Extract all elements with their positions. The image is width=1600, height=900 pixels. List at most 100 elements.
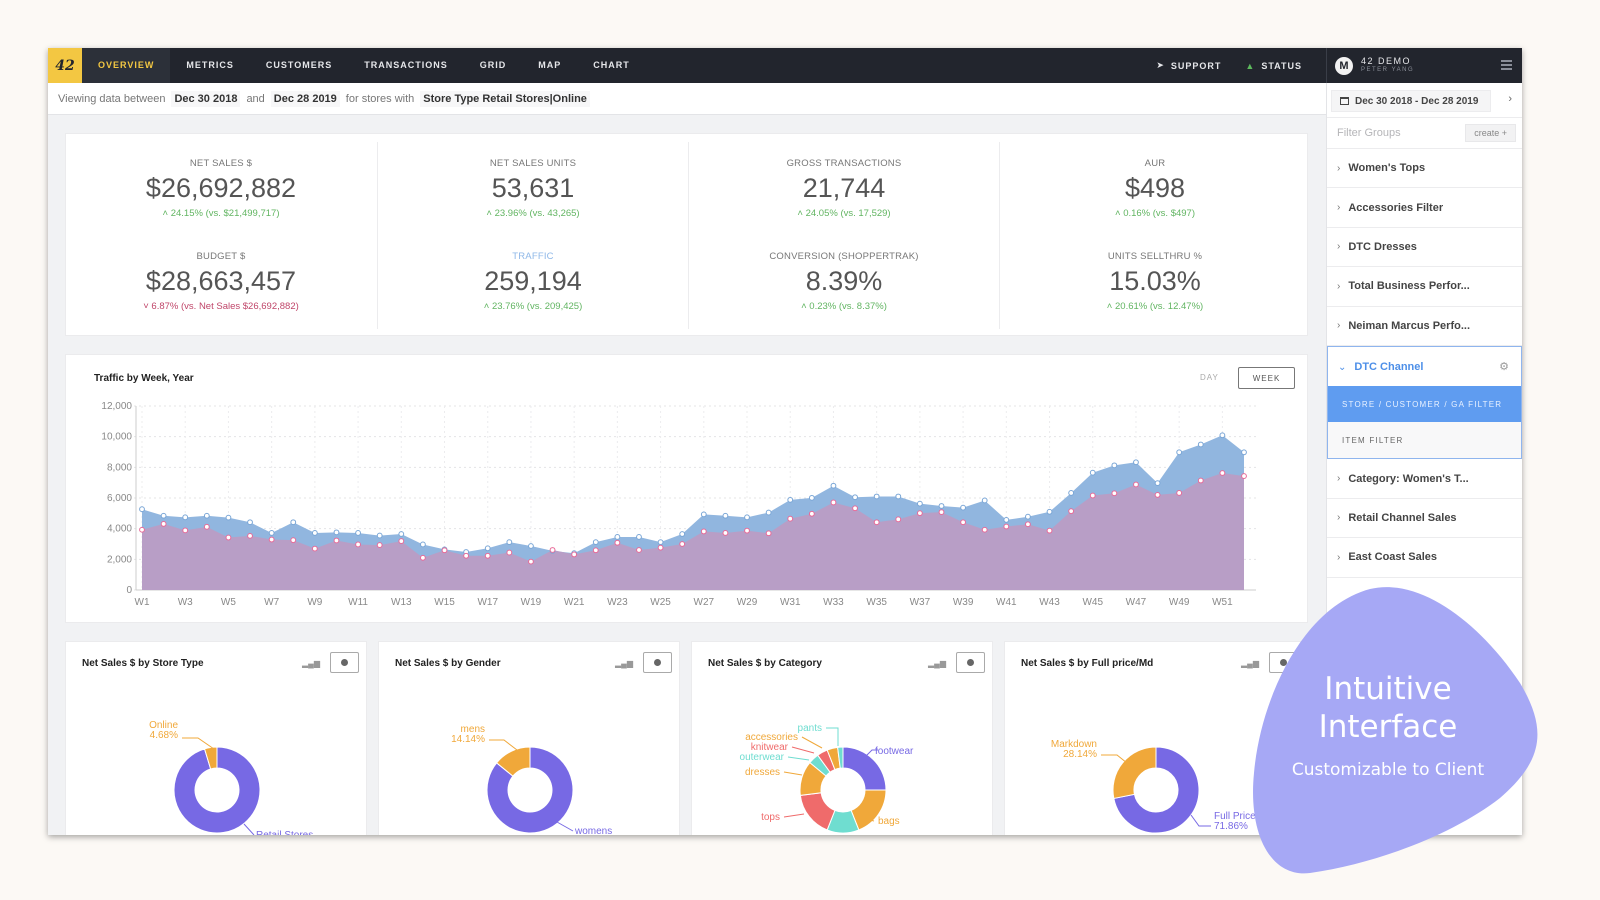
- data-point-current[interactable]: [636, 534, 642, 540]
- data-point-current[interactable]: [1219, 432, 1226, 439]
- data-point-prior[interactable]: [938, 509, 945, 516]
- data-point-prior[interactable]: [787, 515, 794, 522]
- data-point-prior[interactable]: [333, 537, 340, 544]
- bar-chart-icon[interactable]: ▂▄▆: [615, 659, 633, 668]
- data-point-prior[interactable]: [290, 537, 297, 544]
- gear-icon[interactable]: ⚙: [1499, 360, 1509, 373]
- data-point-current[interactable]: [765, 509, 772, 516]
- filter-group-item[interactable]: › Category: Women's T...: [1327, 459, 1522, 499]
- nav-tab-transactions[interactable]: TRANSACTIONS: [348, 48, 464, 83]
- data-point-current[interactable]: [139, 506, 145, 513]
- data-point-current[interactable]: [1176, 449, 1183, 456]
- data-point-current[interactable]: [1068, 490, 1075, 496]
- data-point-current[interactable]: [722, 512, 729, 519]
- data-point-current[interactable]: [268, 530, 275, 536]
- data-point-current[interactable]: [1241, 449, 1247, 456]
- data-point-prior[interactable]: [484, 552, 491, 559]
- data-point-prior[interactable]: [247, 532, 253, 539]
- data-point-current[interactable]: [247, 519, 253, 526]
- data-point-prior[interactable]: [1241, 473, 1247, 479]
- data-point-prior[interactable]: [981, 526, 988, 533]
- data-point-current[interactable]: [787, 496, 794, 503]
- data-point-prior[interactable]: [1068, 508, 1075, 515]
- data-point-prior[interactable]: [1154, 492, 1161, 498]
- data-point-prior[interactable]: [765, 530, 772, 537]
- data-point-prior[interactable]: [679, 541, 686, 547]
- data-point-current[interactable]: [938, 503, 945, 509]
- data-point-prior[interactable]: [722, 530, 729, 536]
- data-point-current[interactable]: [700, 511, 707, 518]
- data-point-current[interactable]: [203, 512, 210, 519]
- data-point-prior[interactable]: [420, 554, 426, 561]
- data-point-prior[interactable]: [960, 519, 966, 526]
- data-point-prior[interactable]: [744, 527, 750, 534]
- date-range-picker[interactable]: Dec 30 2018 - Dec 28 2019: [1331, 90, 1491, 112]
- data-point-prior[interactable]: [1046, 527, 1053, 534]
- kpi-tile[interactable]: UNITS SELLTHRU % 15.03% ˄ 20.61% (vs. 12.4…: [1000, 251, 1310, 312]
- start-date-chip[interactable]: Dec 30 2018: [171, 90, 241, 107]
- data-point-prior[interactable]: [895, 516, 902, 523]
- logo[interactable]: 42: [48, 48, 82, 83]
- day-toggle-button[interactable]: DAY: [1200, 373, 1219, 382]
- pie-chart-toggle-button[interactable]: [956, 652, 985, 673]
- nav-tab-grid[interactable]: GRID: [464, 48, 523, 83]
- filter-subitem-store-customer-ga[interactable]: STORE / CUSTOMER / GA FILTER: [1328, 386, 1521, 423]
- data-point-prior[interactable]: [852, 505, 858, 512]
- status-link[interactable]: ▲ STATUS: [1245, 61, 1302, 71]
- nav-tab-overview[interactable]: OVERVIEW: [82, 48, 171, 83]
- data-point-current[interactable]: [484, 545, 491, 552]
- data-point-prior[interactable]: [463, 552, 470, 559]
- kpi-tile[interactable]: NET SALES $ $26,692,882 ˄ 24.15% (vs. $21,…: [66, 158, 376, 219]
- data-point-current[interactable]: [528, 543, 534, 549]
- data-point-current[interactable]: [333, 529, 340, 536]
- data-point-prior[interactable]: [441, 547, 448, 554]
- data-point-current[interactable]: [1111, 462, 1118, 469]
- pie-chart-toggle-button[interactable]: [643, 652, 672, 673]
- nav-tab-map[interactable]: MAP: [522, 48, 577, 83]
- data-point-prior[interactable]: [1003, 523, 1010, 530]
- filter-group-item[interactable]: › East Coast Sales: [1327, 538, 1522, 578]
- data-point-prior[interactable]: [268, 536, 275, 543]
- data-point-prior[interactable]: [636, 547, 642, 553]
- data-point-current[interactable]: [916, 500, 923, 507]
- data-point-current[interactable]: [398, 531, 405, 537]
- data-point-current[interactable]: [830, 482, 837, 489]
- data-point-prior[interactable]: [700, 528, 707, 535]
- donut-slice[interactable]: [1112, 746, 1157, 800]
- data-point-prior[interactable]: [355, 541, 361, 548]
- data-point-prior[interactable]: [1219, 470, 1226, 476]
- bar-chart-icon[interactable]: ▂▄▆: [302, 659, 320, 668]
- data-point-current[interactable]: [657, 539, 664, 546]
- data-point-current[interactable]: [1025, 513, 1031, 520]
- data-point-current[interactable]: [1003, 517, 1010, 523]
- data-point-prior[interactable]: [657, 544, 664, 551]
- data-point-prior[interactable]: [506, 549, 513, 556]
- data-point-current[interactable]: [744, 514, 750, 521]
- create-filter-group-button[interactable]: create +: [1465, 124, 1516, 142]
- data-point-current[interactable]: [592, 539, 599, 546]
- data-point-current[interactable]: [960, 504, 966, 511]
- donut-slice[interactable]: [799, 792, 836, 831]
- kpi-tile[interactable]: CONVERSION (SHOPPERTRAK) 8.39% ˄ 0.23% (vs…: [689, 251, 999, 312]
- end-date-chip[interactable]: Dec 28 2019: [270, 90, 340, 107]
- data-point-current[interactable]: [376, 532, 383, 539]
- data-point-prior[interactable]: [1133, 481, 1139, 488]
- kpi-tile[interactable]: TRAFFIC 259,194 ˄ 23.76% (vs. 209,425): [378, 251, 688, 312]
- data-point-current[interactable]: [808, 494, 815, 501]
- data-point-current[interactable]: [420, 541, 426, 548]
- data-point-prior[interactable]: [182, 527, 189, 534]
- data-point-current[interactable]: [1089, 469, 1096, 476]
- data-point-prior[interactable]: [225, 534, 232, 541]
- data-point-current[interactable]: [614, 534, 621, 540]
- data-point-prior[interactable]: [830, 499, 837, 506]
- data-point-current[interactable]: [895, 493, 902, 500]
- data-point-prior[interactable]: [311, 545, 318, 552]
- data-point-current[interactable]: [1197, 441, 1204, 448]
- support-link[interactable]: ➤ SUPPORT: [1156, 60, 1221, 71]
- data-point-current[interactable]: [1046, 508, 1053, 515]
- hamburger-menu-icon[interactable]: [1501, 60, 1512, 70]
- kpi-tile[interactable]: NET SALES UNITS 53,631 ˄ 23.96% (vs. 43,26…: [378, 158, 688, 219]
- data-point-prior[interactable]: [398, 538, 405, 544]
- data-point-prior[interactable]: [203, 523, 210, 530]
- filter-group-item[interactable]: › Women's Tops: [1327, 149, 1522, 189]
